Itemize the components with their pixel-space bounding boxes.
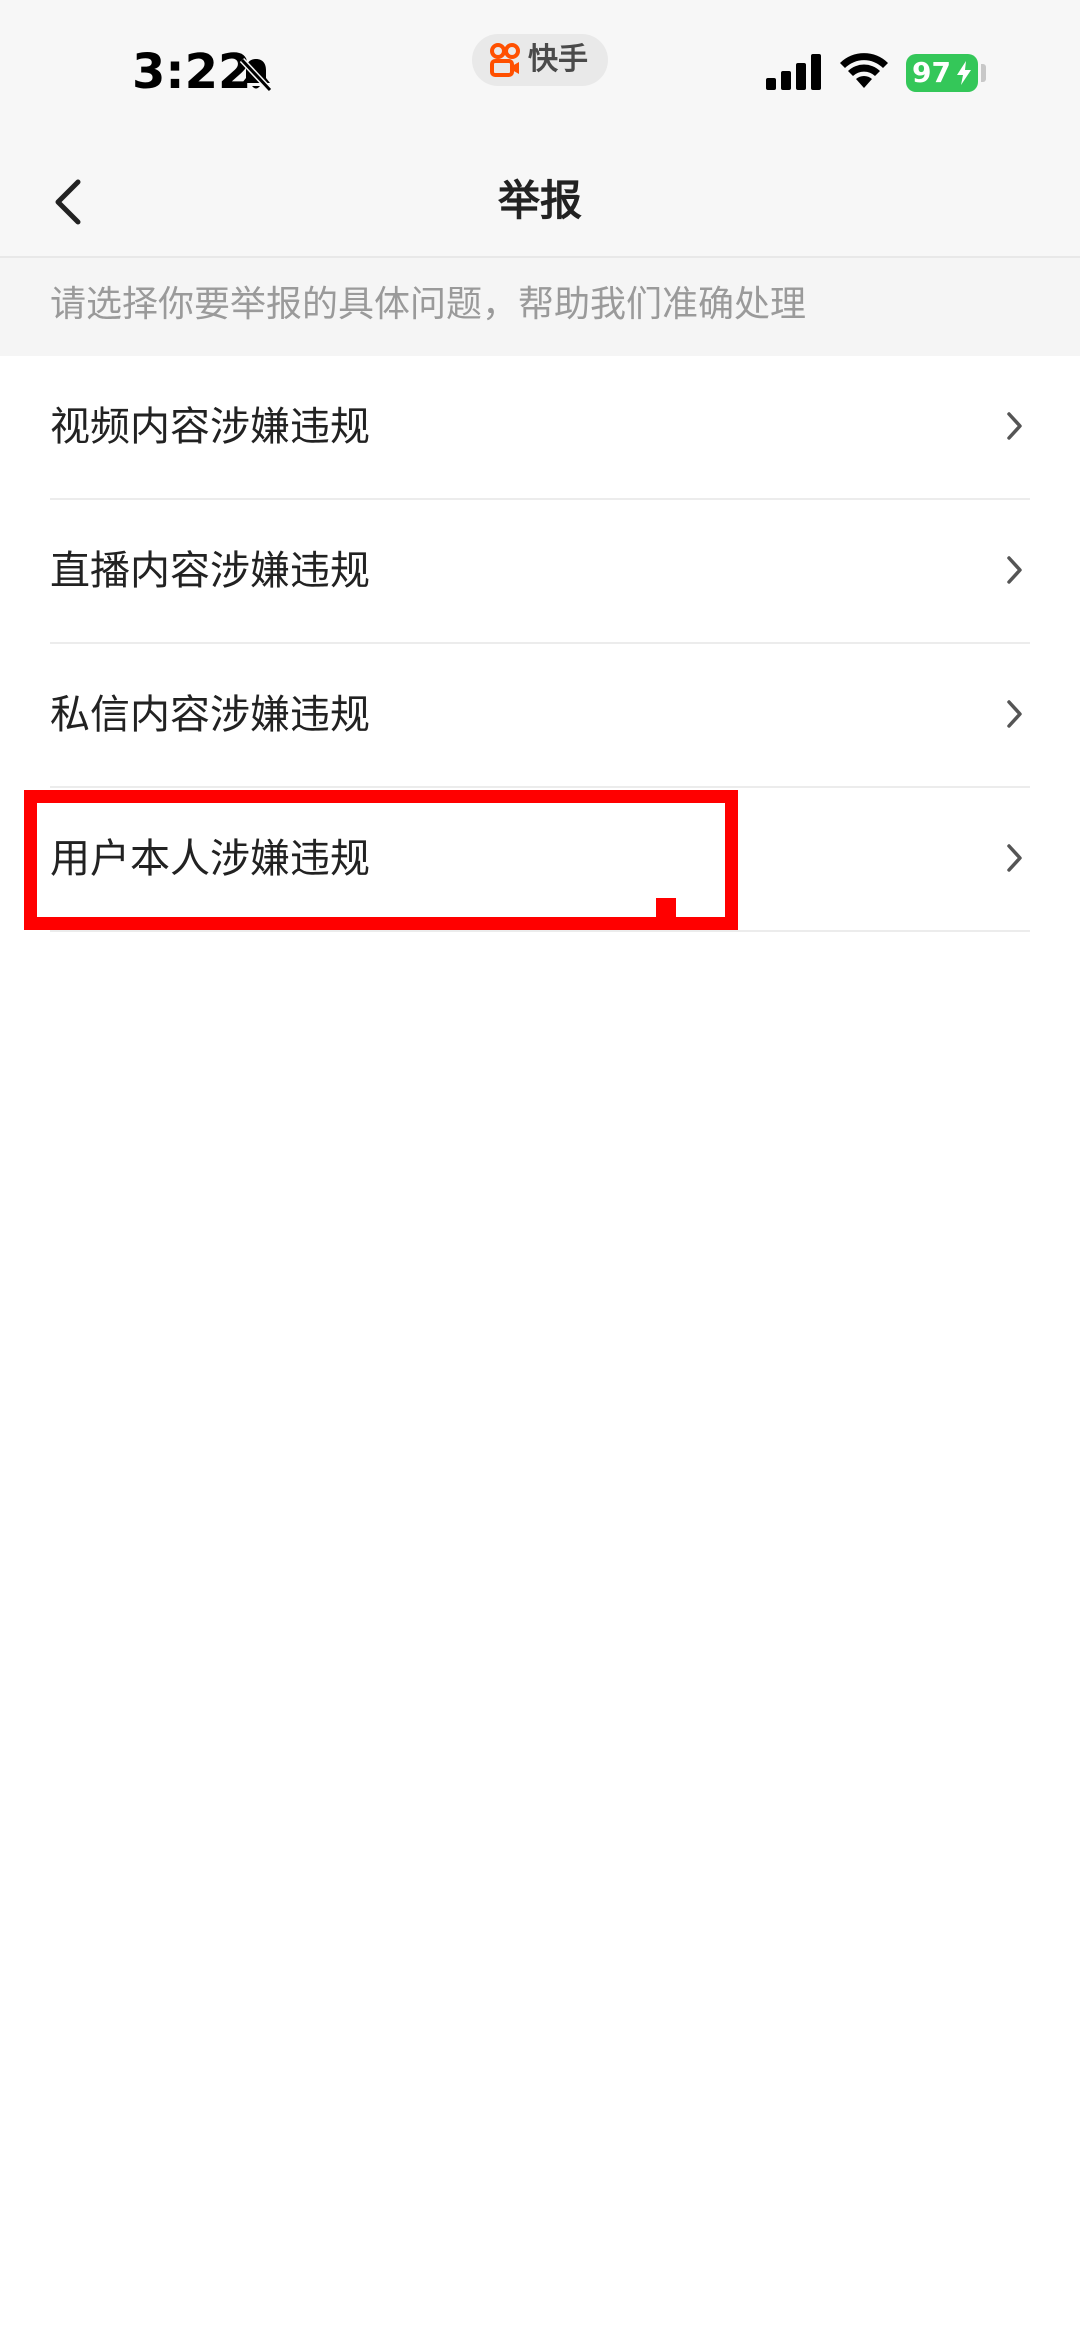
wifi-icon — [840, 53, 888, 88]
chevron-right-icon — [1007, 556, 1022, 584]
kuaishou-logo-icon — [490, 43, 520, 77]
hint-text: 请选择你要举报的具体问题，帮助我们准确处理 — [50, 284, 807, 325]
status-time: 3:22 — [132, 44, 252, 100]
report-option-live[interactable]: 直播内容涉嫌违规 — [0, 500, 1080, 644]
report-option-user[interactable]: 用户本人涉嫌违规 — [0, 788, 1080, 932]
page-title: 举报 — [497, 176, 582, 225]
app-name: 快手 — [528, 42, 588, 77]
report-option-label: 私信内容涉嫌违规 — [50, 692, 370, 738]
bolt-icon — [957, 61, 971, 85]
nav-bar: 举报 — [0, 140, 1080, 258]
report-option-label: 用户本人涉嫌违规 — [50, 836, 370, 882]
report-option-video[interactable]: 视频内容涉嫌违规 — [0, 356, 1080, 500]
report-option-label: 直播内容涉嫌违规 — [50, 548, 370, 594]
battery-icon: 97 — [906, 54, 978, 92]
chevron-right-icon — [1007, 700, 1022, 728]
signal-icon — [766, 54, 821, 90]
report-option-message[interactable]: 私信内容涉嫌违规 — [0, 644, 1080, 788]
battery-cap — [981, 64, 986, 82]
chevron-right-icon — [1007, 844, 1022, 872]
divider — [50, 930, 1030, 932]
hint-bar: 请选择你要举报的具体问题，帮助我们准确处理 — [0, 258, 1080, 356]
bell-slash-icon — [239, 57, 273, 93]
chevron-right-icon — [1007, 412, 1022, 440]
app-indicator-pill[interactable]: 快手 — [472, 34, 608, 86]
report-option-label: 视频内容涉嫌违规 — [50, 404, 370, 450]
status-bar: 3:22 快手 97 — [0, 0, 1080, 140]
report-options-list: 视频内容涉嫌违规 直播内容涉嫌违规 私信内容涉嫌违规 用户本人涉嫌违规 — [0, 356, 1080, 932]
battery-level: 97 — [912, 56, 951, 89]
